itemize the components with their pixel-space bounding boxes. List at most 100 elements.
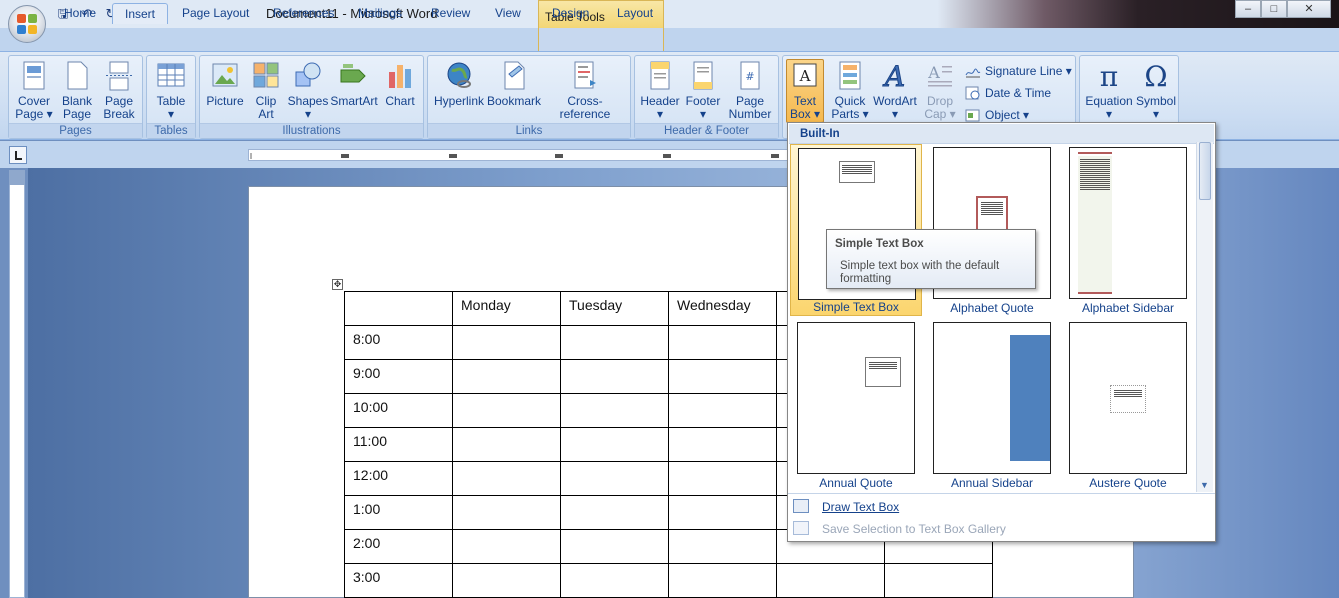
vertical-ruler[interactable] [9, 170, 25, 598]
table-cell[interactable] [668, 529, 777, 564]
text-box-button[interactable]: A Text Box ▾ [786, 59, 824, 123]
close-button[interactable]: ✕ [1287, 0, 1331, 18]
gallery-item-annual-sidebar[interactable]: Annual Sidebar [926, 319, 1058, 491]
tab-layout[interactable]: Layout [605, 3, 665, 24]
time-cell[interactable]: 1:00 [344, 495, 453, 530]
table-cell[interactable] [560, 461, 669, 496]
table-cell[interactable] [668, 563, 777, 598]
table-cell[interactable] [668, 325, 777, 360]
tab-home[interactable]: Home [52, 3, 108, 24]
horizontal-ruler[interactable] [248, 149, 790, 161]
cross-reference-button[interactable]: Cross-reference [542, 60, 628, 121]
time-cell[interactable]: 3:00 [344, 563, 453, 598]
table-button[interactable]: Table ▾ [150, 60, 192, 121]
table-cell[interactable] [452, 495, 561, 530]
tab-design[interactable]: Design [540, 3, 601, 24]
table-cell[interactable] [668, 393, 777, 428]
table-label-1: Table [156, 94, 186, 108]
wordart-button[interactable]: A WordArt ▾ [871, 60, 919, 121]
table-cell[interactable] [668, 461, 777, 496]
scroll-down-icon[interactable]: ▼ [1200, 480, 1209, 490]
table-cell[interactable] [560, 359, 669, 394]
bookmark-label: Bookmark [487, 94, 542, 108]
table-cell[interactable] [452, 529, 561, 564]
bookmark-button[interactable]: Bookmark [487, 60, 541, 108]
cover-page-button[interactable]: Cover Page ▾ [12, 60, 56, 121]
group-pages-label: Pages [9, 123, 142, 138]
tab-review[interactable]: Review [419, 3, 482, 24]
tab-view[interactable]: View [483, 3, 533, 24]
table-cell[interactable] [452, 563, 561, 598]
symbol-button[interactable]: Ω Symbol ▾ [1135, 60, 1177, 121]
draw-text-box-menu-item[interactable]: Draw Text Box [822, 499, 899, 515]
shapes-label-2: ▾ [304, 107, 312, 121]
gallery-item-annual-quote[interactable]: Annual Quote [790, 319, 922, 491]
svg-text:A: A [882, 60, 905, 92]
table-cell[interactable] [452, 461, 561, 496]
hyperlink-button[interactable]: Hyperlink [431, 60, 487, 108]
table-cell[interactable] [668, 427, 777, 462]
table-cell[interactable] [668, 359, 777, 394]
minimize-button[interactable]: – [1235, 0, 1261, 18]
table-cell[interactable] [560, 325, 669, 360]
table-cell[interactable] [560, 393, 669, 428]
table-header-cell[interactable]: Monday [452, 291, 561, 326]
bookmark-icon [504, 61, 525, 90]
table-cell[interactable] [560, 529, 669, 564]
gallery-item-alphabet-sidebar[interactable]: Alphabet Sidebar [1062, 144, 1194, 316]
table-cell[interactable] [452, 393, 561, 428]
time-cell[interactable]: 10:00 [344, 393, 453, 428]
quick-parts-button[interactable]: Quick Parts ▾ [829, 60, 871, 121]
table-cell[interactable] [452, 359, 561, 394]
save-selection-icon [793, 521, 809, 535]
date-time-icon [965, 86, 980, 100]
time-cell[interactable]: 11:00 [344, 427, 453, 462]
footer-button[interactable]: Footer ▾ [682, 60, 724, 121]
page-number-label-1: Page [735, 94, 765, 108]
date-time-button[interactable]: Date & Time [965, 84, 1051, 102]
shapes-button[interactable]: Shapes ▾ [286, 60, 330, 121]
save-selection-menu-item[interactable]: Save Selection to Text Box Gallery [822, 521, 1006, 537]
tab-page-layout[interactable]: Page Layout [170, 3, 261, 24]
clip-art-button[interactable]: Clip Art [249, 60, 283, 121]
table-cell[interactable] [560, 495, 669, 530]
office-logo-icon [17, 14, 37, 34]
table-header-cell[interactable]: Tuesday [560, 291, 669, 326]
table-header-cell[interactable] [344, 291, 453, 326]
tab-references[interactable]: References [261, 3, 346, 24]
table-cell[interactable] [560, 427, 669, 462]
tab-selector-button[interactable] [9, 146, 27, 164]
equation-button[interactable]: π Equation ▾ [1083, 60, 1135, 121]
signature-line-button[interactable]: Signature Line ▾ [965, 62, 1072, 80]
time-cell[interactable]: 12:00 [344, 461, 453, 496]
header-button[interactable]: Header ▾ [638, 60, 682, 121]
table-move-handle-icon[interactable]: ✥ [332, 279, 343, 290]
gallery-scroll-thumb[interactable] [1199, 142, 1211, 200]
maximize-button[interactable]: □ [1261, 0, 1287, 18]
chart-button[interactable]: Chart [380, 60, 420, 108]
smartart-button[interactable]: SmartArt [330, 60, 378, 108]
time-cell[interactable]: 2:00 [344, 529, 453, 564]
blank-page-button[interactable]: Blank Page [57, 60, 97, 121]
drop-cap-button[interactable]: A Drop Cap ▾ [921, 60, 959, 121]
table-cell[interactable] [668, 495, 777, 530]
tab-insert[interactable]: Insert [112, 3, 169, 24]
table-cell[interactable] [560, 563, 669, 598]
office-button[interactable] [8, 5, 46, 43]
gallery-item-austere-quote[interactable]: Austere Quote [1062, 319, 1194, 491]
page-break-button[interactable]: Page Break [99, 60, 139, 121]
svg-text:A: A [927, 63, 940, 82]
tab-mailings[interactable]: Mailings [346, 3, 414, 24]
table-cell[interactable] [452, 325, 561, 360]
table-header-cell[interactable]: Wednesday [668, 291, 777, 326]
table-cell[interactable] [452, 427, 561, 462]
svg-text:A: A [799, 67, 811, 85]
time-cell[interactable]: 8:00 [344, 325, 453, 360]
table-cell[interactable] [884, 563, 993, 598]
picture-button[interactable]: Picture [203, 60, 247, 108]
ribbon-tab-row [0, 28, 1339, 52]
time-cell[interactable]: 9:00 [344, 359, 453, 394]
left-tab-icon [15, 151, 22, 160]
gallery-item-label: Alphabet Quote [950, 301, 1034, 315]
table-cell[interactable] [776, 563, 885, 598]
